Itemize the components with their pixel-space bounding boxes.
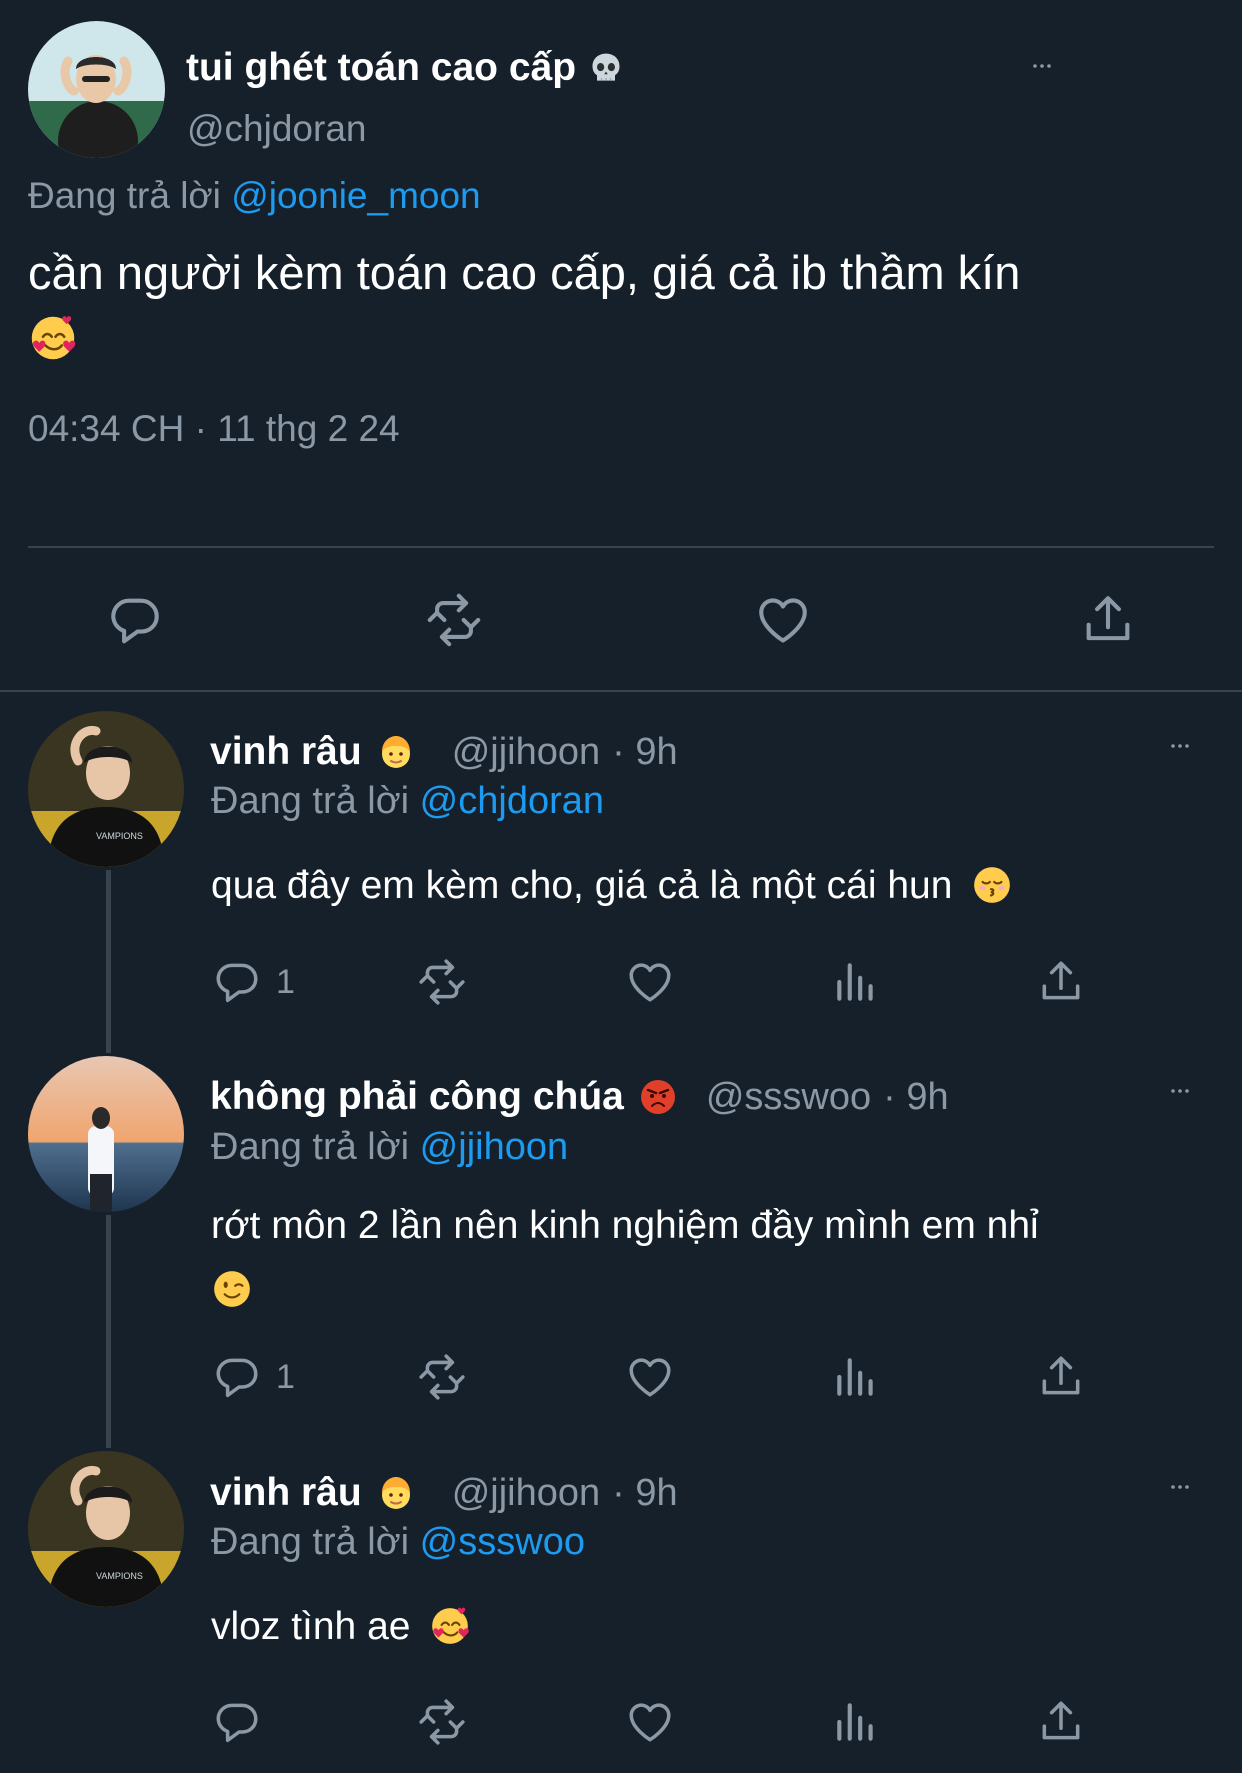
mention-link[interactable]: @ssswoo [420,1521,585,1563]
blond-person-icon [376,1473,416,1513]
reply-prefix: Đang trả lời [28,175,221,216]
mention-link[interactable]: @joonie_moon [231,175,480,216]
tweet-text: cần người kèm toán cao cấp, giá cả ib th… [28,240,1218,372]
mention-link[interactable]: @jjihoon [420,1126,568,1168]
tweet-text-body: cần người kèm toán cao cấp, giá cả ib th… [28,246,1021,299]
display-name[interactable]: tui ghét toán cao cấp [186,46,576,90]
divider [28,546,1214,548]
display-name[interactable]: vinh râu [210,1471,362,1515]
reply-prefix: Đang trả lời [211,1521,410,1563]
svg-text:VAMPIONS: VAMPIONS [96,831,143,841]
display-name[interactable]: không phải công chúa [210,1075,624,1119]
like-icon [625,957,675,1007]
reply-icon [212,957,262,1007]
views-icon [831,957,881,1007]
views-icon [831,1352,881,1402]
avatar[interactable] [28,21,165,158]
thread-line [106,870,111,1053]
divider [0,690,1242,692]
angry-face-icon [638,1077,678,1117]
like-button[interactable] [625,1352,675,1402]
share-button[interactable] [1079,591,1137,649]
like-button[interactable] [625,1697,675,1747]
reply-icon [212,1352,262,1402]
retweet-icon [415,1697,469,1747]
tweet-text-body: qua đây em kèm cho, giá cả là một cái hu… [211,864,953,907]
like-icon [625,1697,675,1747]
like-icon [625,1352,675,1402]
reply-icon [106,591,164,649]
reply-button[interactable] [106,591,164,649]
avatar[interactable]: VAMPIONS [28,711,184,867]
display-name[interactable]: vinh râu [210,730,362,774]
reply-button[interactable]: 1 [212,1352,295,1402]
smiling-face-with-hearts-icon [429,1605,471,1647]
skull-icon [588,50,624,86]
retweet-button[interactable] [415,957,469,1007]
retweet-button[interactable] [423,591,485,649]
views-button[interactable] [831,1352,881,1402]
reply-icon [212,1697,262,1747]
tweet-text-body: vloz tình ae [211,1605,411,1648]
smiling-face-with-hearts-icon [28,313,78,363]
mention-link[interactable]: @chjdoran [420,780,604,822]
blond-person-icon [376,732,416,772]
like-icon [753,591,813,649]
user-handle[interactable]: @jjihoon [452,731,600,774]
retweet-button[interactable] [415,1697,469,1747]
views-button[interactable] [831,957,881,1007]
share-icon [1036,1352,1086,1402]
more-options-icon[interactable] [1022,54,1062,83]
relative-time[interactable]: · 9h [612,731,677,774]
retweet-icon [423,591,485,649]
reply-button[interactable]: 1 [212,957,295,1007]
share-button[interactable] [1036,1352,1086,1402]
retweet-icon [415,1352,469,1402]
more-options-icon[interactable] [1160,1079,1200,1108]
relative-time[interactable]: · 9h [883,1076,948,1119]
tweet-text-body: rớt môn 2 lần nên kinh nghiệm đầy mình e… [211,1204,1039,1247]
timestamp[interactable]: 04:34 CH · 11 thg 2 24 [28,408,400,450]
reply-context: Đang trả lời @jjihoon [211,1126,568,1169]
relative-time[interactable]: · 9h [612,1472,677,1515]
views-button[interactable] [831,1697,881,1747]
share-button[interactable] [1036,1697,1086,1747]
winking-face-icon [211,1268,253,1310]
kissing-face-icon [971,864,1013,906]
thread-line [106,1215,111,1448]
views-icon [831,1697,881,1747]
user-handle[interactable]: @chjdoran [187,108,367,150]
share-icon [1079,591,1137,649]
like-button[interactable] [625,957,675,1007]
share-icon [1036,957,1086,1007]
tweet-text: qua đây em kèm cho, giá cả là một cái hu… [211,864,1013,908]
tweet-text: vloz tình ae [211,1605,471,1649]
avatar[interactable] [28,1056,184,1212]
like-button[interactable] [753,591,813,649]
reply-prefix: Đang trả lời [211,1126,410,1168]
reply-context: Đang trả lời @ssswoo [211,1521,585,1564]
retweet-icon [415,957,469,1007]
tweet-text: rớt môn 2 lần nên kinh nghiệm đầy mình e… [211,1194,1211,1322]
avatar[interactable]: VAMPIONS [28,1451,184,1607]
retweet-button[interactable] [415,1352,469,1402]
user-handle[interactable]: @ssswoo [706,1076,871,1119]
more-options-icon[interactable] [1160,734,1200,763]
reply-context: Đang trả lời @chjdoran [211,780,604,823]
reply-prefix: Đang trả lời [211,780,410,822]
reply-count: 1 [276,962,295,1001]
reply-count: 1 [276,1357,295,1396]
reply-context: Đang trả lời @joonie_moon [28,175,481,217]
share-button[interactable] [1036,957,1086,1007]
svg-text:VAMPIONS: VAMPIONS [96,1571,143,1581]
share-icon [1036,1697,1086,1747]
reply-button[interactable] [212,1697,262,1747]
more-options-icon[interactable] [1160,1475,1200,1504]
user-handle[interactable]: @jjihoon [452,1472,600,1515]
